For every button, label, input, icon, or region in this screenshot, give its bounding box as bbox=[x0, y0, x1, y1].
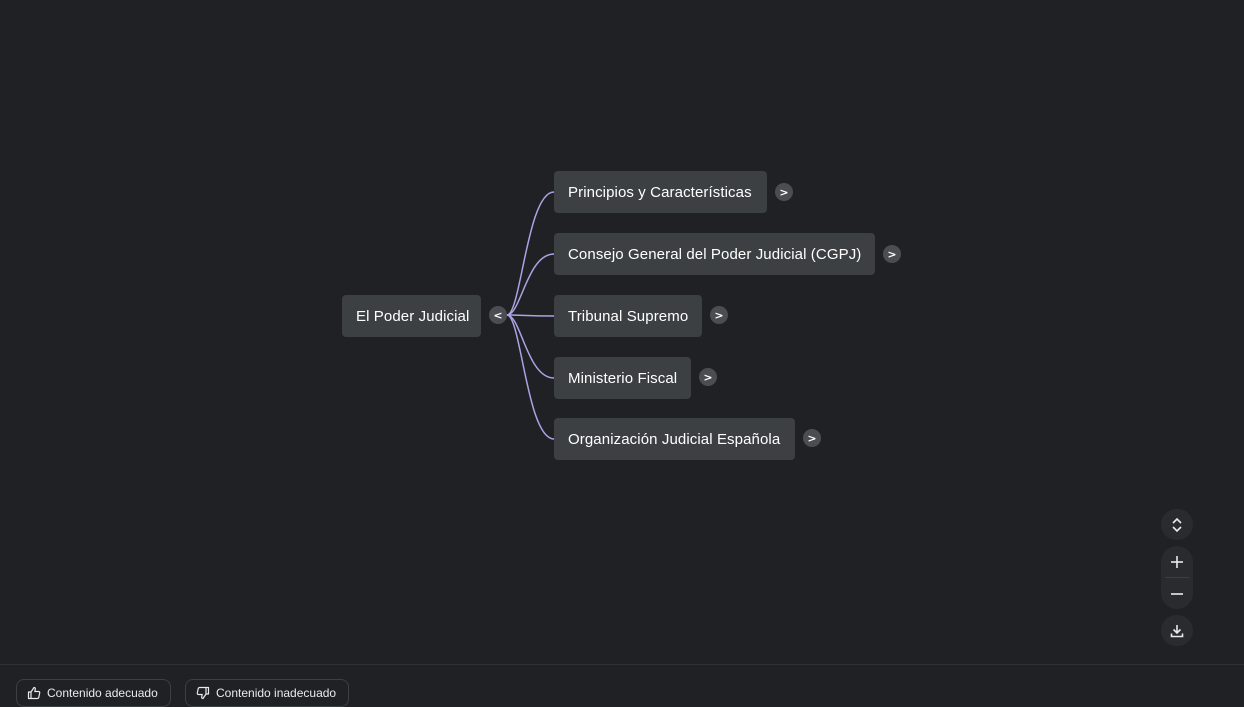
feedback-footer: Contenido adecuado Contenido inadecuado bbox=[0, 664, 1244, 707]
thumbs-up-icon bbox=[27, 686, 41, 700]
node-label: Organización Judicial Española bbox=[568, 430, 781, 448]
expand-collapse-control bbox=[1161, 509, 1193, 540]
expand-toggle-cgpj[interactable]: > bbox=[883, 245, 901, 263]
node-label: Consejo General del Poder Judicial (CGPJ… bbox=[568, 245, 862, 263]
expand-toggle-principios[interactable]: > bbox=[775, 183, 793, 201]
feedback-bad-label: Contenido inadecuado bbox=[216, 686, 337, 700]
zoom-in-icon bbox=[1171, 555, 1183, 568]
node-label: Principios y Características bbox=[568, 183, 752, 201]
node-label: Ministerio Fiscal bbox=[568, 369, 678, 387]
connector-line-0 bbox=[506, 191, 555, 316]
mindmap-node-tribunal-supremo[interactable]: Tribunal Supremo bbox=[554, 295, 702, 337]
expand-collapse-icon bbox=[1172, 517, 1182, 532]
download-button[interactable] bbox=[1161, 615, 1193, 646]
mindmap-canvas[interactable]: El Poder Judicial < Principios y Caracte… bbox=[0, 0, 1244, 664]
zoom-out-icon bbox=[1171, 592, 1183, 595]
zoom-control-group bbox=[1161, 546, 1193, 609]
mindmap-node-cgpj[interactable]: Consejo General del Poder Judicial (CGPJ… bbox=[554, 233, 875, 275]
feedback-bad-button[interactable]: Contenido inadecuado bbox=[185, 679, 350, 707]
mindmap-root-node[interactable]: El Poder Judicial bbox=[342, 295, 481, 337]
mindmap-node-organizacion[interactable]: Organización Judicial Española bbox=[554, 418, 795, 460]
expand-toggle-ministerio-fiscal[interactable]: > bbox=[699, 368, 717, 386]
connector-line-2 bbox=[506, 314, 555, 317]
feedback-good-label: Contenido adecuado bbox=[47, 686, 158, 700]
mindmap-node-principios[interactable]: Principios y Características bbox=[554, 171, 767, 213]
download-control bbox=[1161, 615, 1193, 646]
root-node-label: El Poder Judicial bbox=[356, 307, 470, 325]
download-icon bbox=[1170, 624, 1184, 637]
expand-collapse-button[interactable] bbox=[1161, 509, 1193, 540]
zoom-out-button[interactable] bbox=[1161, 578, 1193, 609]
node-label: Tribunal Supremo bbox=[568, 307, 689, 325]
thumbs-down-icon bbox=[196, 686, 210, 700]
feedback-good-button[interactable]: Contenido adecuado bbox=[16, 679, 171, 707]
mindmap-node-ministerio-fiscal[interactable]: Ministerio Fiscal bbox=[554, 357, 691, 399]
root-collapse-toggle[interactable]: < bbox=[489, 306, 507, 324]
expand-toggle-organizacion[interactable]: > bbox=[803, 429, 821, 447]
zoom-in-button[interactable] bbox=[1161, 546, 1193, 577]
expand-toggle-tribunal-supremo[interactable]: > bbox=[710, 306, 728, 324]
